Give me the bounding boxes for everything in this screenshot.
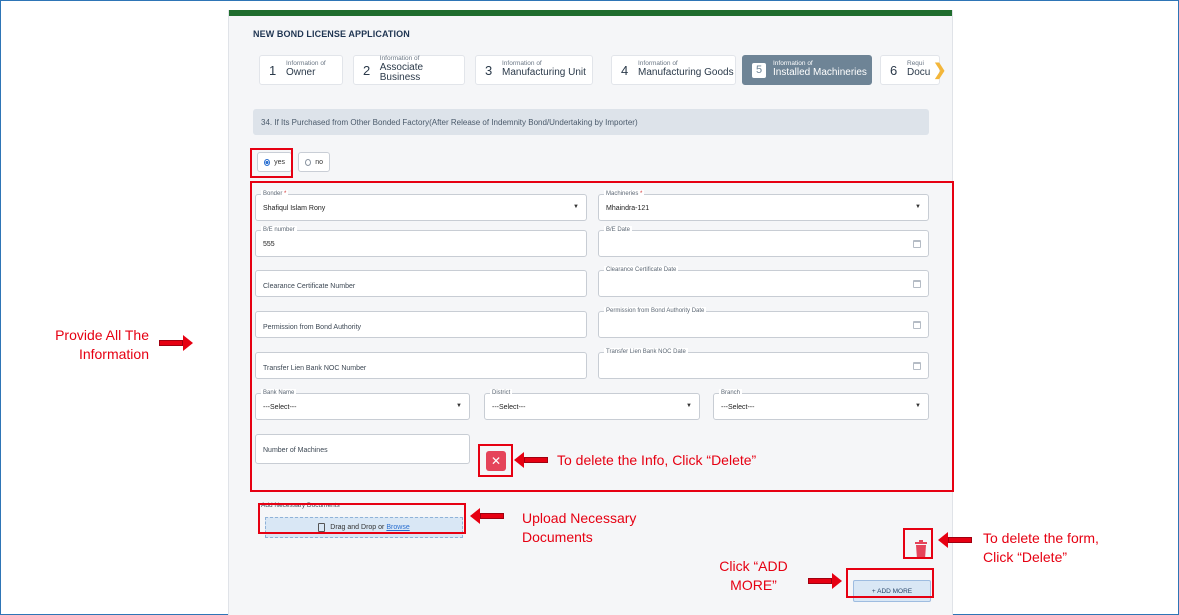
step-number: 5: [752, 62, 766, 78]
step-label: Associate Business: [379, 61, 424, 84]
question-heading: 34. If Its Purchased from Other Bonded F…: [253, 109, 929, 135]
annotation-delete-info: To delete the Info, Click “Delete”: [557, 452, 757, 468]
annotation-line: To delete the form,: [983, 530, 1099, 546]
radio-unselected-icon: [305, 158, 312, 166]
annotation-line: Documents: [522, 529, 593, 545]
page-title: NEW BOND LICENSE APPLICATION: [253, 29, 410, 39]
chevron-right-icon[interactable]: ❯: [933, 60, 946, 80]
step-manufacturing-unit[interactable]: 3 Information of Manufacturing Unit: [475, 55, 593, 85]
arrow-left-icon: [514, 452, 548, 468]
highlight-delete-info: [478, 444, 513, 477]
highlight-add-more: [846, 568, 934, 598]
step-number: 3: [485, 62, 493, 78]
annotation-provide-info: Provide All The Information: [26, 326, 149, 364]
arrow-right-icon: [159, 335, 193, 351]
annotation-line: Click “ADD: [719, 558, 788, 574]
step-label: Manufacturing Unit: [502, 67, 586, 79]
arrow-right-icon: [808, 573, 842, 589]
step-number: 6: [890, 62, 898, 78]
annotation-delete-form: To delete the form, Click “Delete”: [983, 529, 1099, 567]
annotation-add-more: Click “ADD MORE”: [706, 557, 801, 595]
step-label: Installed Machineries: [773, 67, 867, 79]
step-number: 2: [363, 62, 371, 78]
radio-no-label: no: [315, 158, 323, 166]
annotation-line: Information: [78, 346, 149, 362]
step-label: Manufacturing Goods: [638, 67, 734, 79]
radio-no[interactable]: no: [298, 152, 330, 172]
arrow-left-icon: [938, 532, 972, 548]
highlight-upload: [258, 503, 466, 534]
step-number: 4: [621, 62, 629, 78]
step-installed-machineries[interactable]: 5 Information of Installed Machineries: [742, 55, 872, 85]
arrow-left-icon: [470, 508, 504, 524]
annotation-line: MORE”: [730, 577, 777, 593]
step-documents[interactable]: 6 Requi Docu: [880, 55, 940, 85]
annotation-line: Click “Delete”: [983, 549, 1068, 565]
step-label: Owner: [286, 67, 316, 79]
step-navigation: 1 Information of Owner 2 Information of As…: [259, 55, 959, 85]
step-associate-business[interactable]: 2 Information of Associate Business: [353, 55, 465, 85]
highlight-form-fields: [250, 181, 954, 492]
step-label: Docu: [907, 67, 931, 79]
annotation-line: Upload Necessary: [522, 510, 637, 526]
step-owner[interactable]: 1 Information of Owner: [259, 55, 343, 85]
highlight-trash: [903, 528, 933, 559]
highlight-yes-radio: [250, 148, 293, 178]
step-manufacturing-goods[interactable]: 4 Information of Manufacturing Goods: [611, 55, 736, 85]
header-bar: [229, 10, 952, 16]
step-number: 1: [269, 62, 277, 78]
annotation-line: Provide All The: [55, 327, 149, 343]
annotation-upload: Upload Necessary Documents: [522, 509, 636, 547]
